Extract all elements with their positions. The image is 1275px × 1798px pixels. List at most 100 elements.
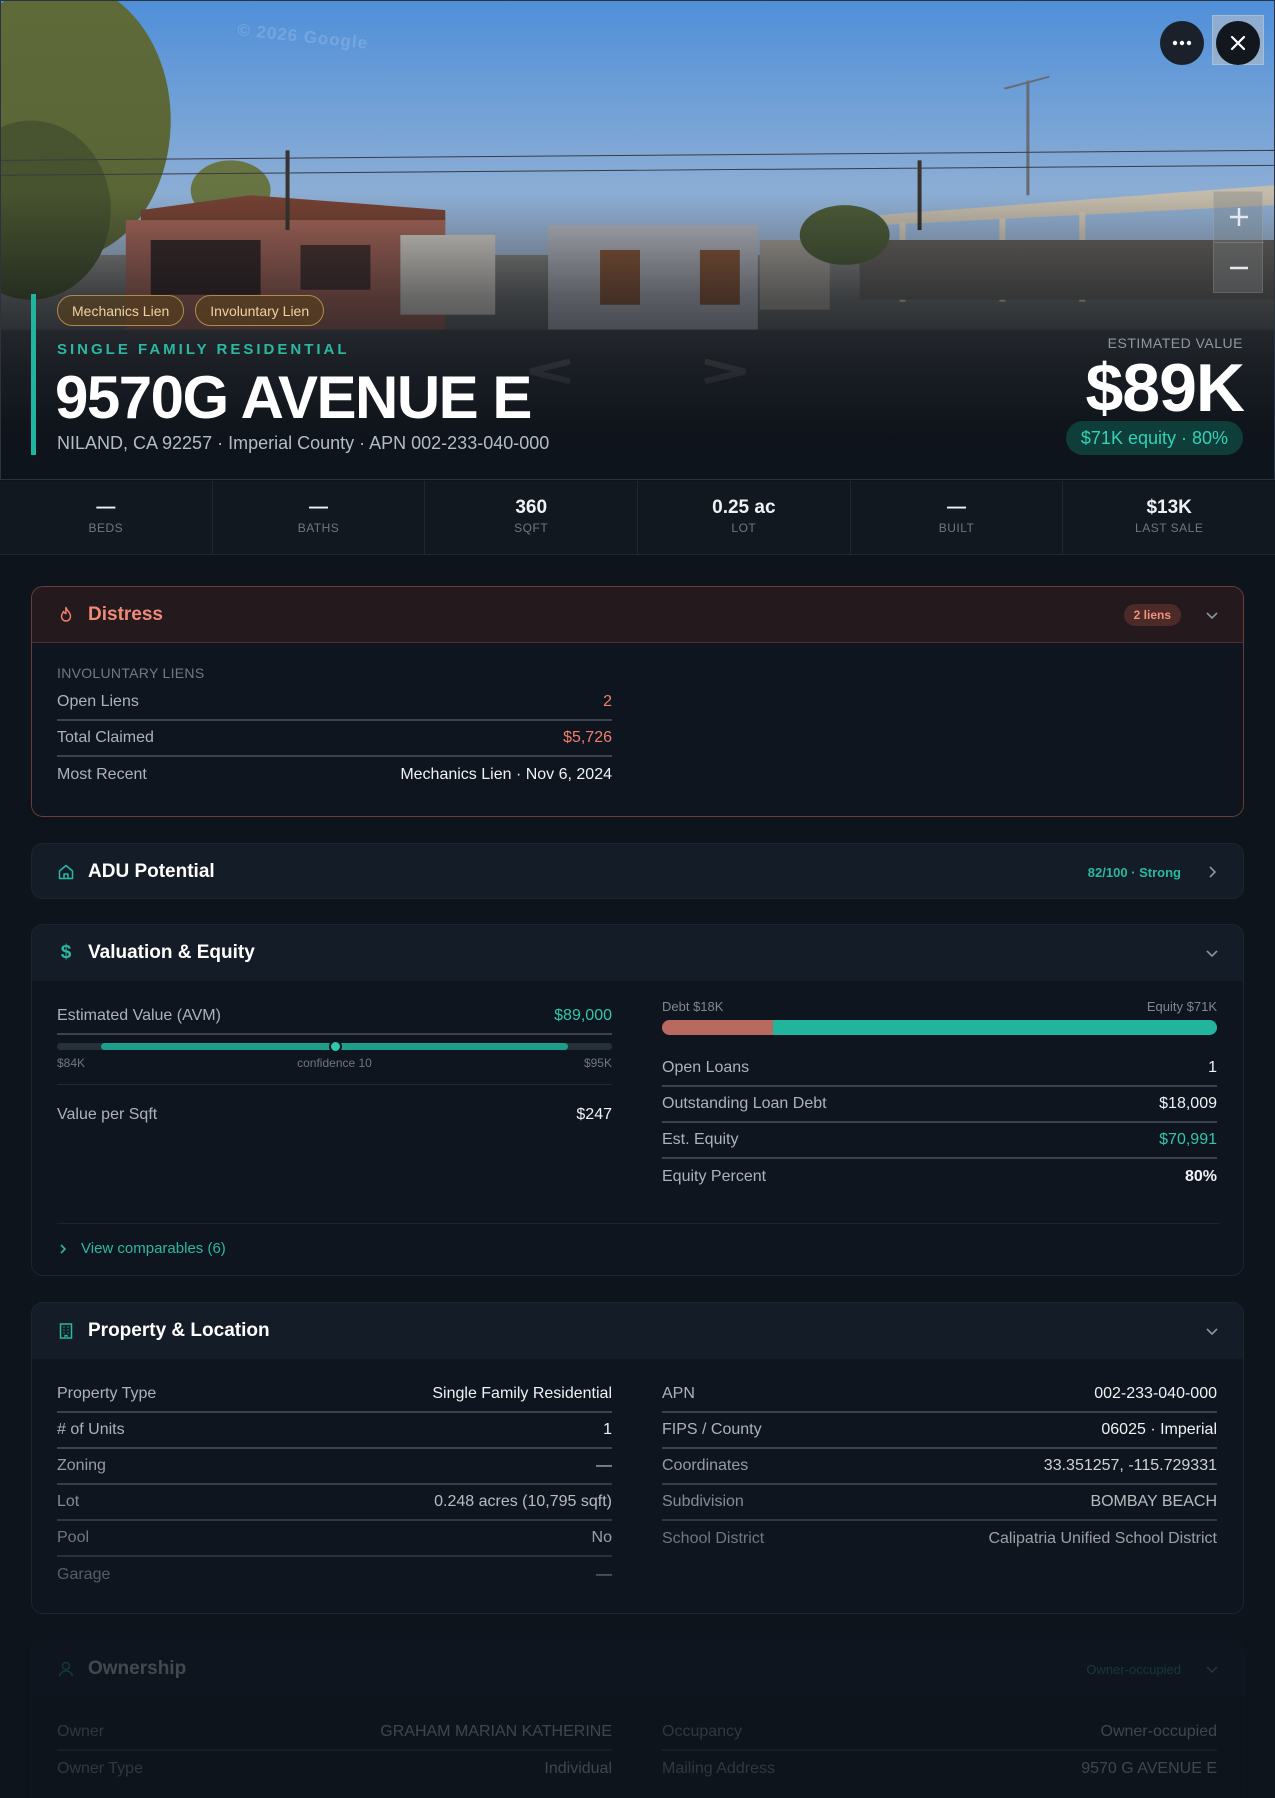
avm-row: Estimated Value (AVM) $89,000 (57, 999, 612, 1035)
close-icon (1230, 35, 1246, 51)
row-label: Occupancy (662, 1723, 743, 1740)
owner-row: Owner GRAHAM MARIAN KATHERINE (57, 1715, 612, 1751)
row-value: BOMBAY BEACH (1090, 1493, 1217, 1510)
ownership-card: Ownership Owner-occupied Owner GRAHAM MAR… (31, 1640, 1244, 1798)
occupancy-row: Occupancy Owner-occupied (662, 1715, 1217, 1751)
row-value: 0.248 acres (10,795 sqft) (434, 1493, 612, 1510)
property-type-label: SINGLE FAMILY RESIDENTIAL (57, 341, 350, 358)
chevron-right-icon[interactable] (1205, 865, 1219, 879)
row-value: $5,726 (563, 729, 612, 746)
row-label: Outstanding Loan Debt (662, 1095, 827, 1112)
row-value: — (596, 1457, 612, 1474)
minus-icon (1230, 266, 1248, 269)
adu-score: 82/100 · Strong (1087, 864, 1181, 880)
range-high: $95K (583, 1056, 612, 1070)
est-equity-row: Est. Equity $70,991 (662, 1123, 1217, 1159)
hero-accent-bar (31, 294, 36, 455)
stat-label: LAST SALE (1135, 521, 1204, 535)
stat-sqft: 360 SQFT (425, 481, 639, 554)
range-confidence: confidence 10 (297, 1056, 372, 1070)
owner-occupied-badge: Owner-occupied (1086, 1661, 1181, 1677)
property-subaddress: NILAND, CA 92257 · Imperial County · APN… (57, 433, 550, 453)
valuation-header[interactable]: $ Valuation & Equity (32, 925, 1243, 981)
total-claimed-row: Total Claimed $5,726 (57, 721, 612, 757)
row-value: 80% (1184, 1168, 1217, 1185)
loan-debt-row: Outstanding Loan Debt $18,009 (662, 1087, 1217, 1123)
stat-value: 360 (515, 497, 548, 518)
row-value: Calipatria Unified School District (988, 1530, 1217, 1547)
view-comparables-label: View comparables (6) (81, 1240, 226, 1257)
owner-type-row: Owner Type Individual (57, 1751, 612, 1787)
equity-percent-row: Equity Percent 80% (662, 1159, 1217, 1195)
liens-count-badge: 2 liens (1123, 604, 1181, 626)
debt-equity-bar (662, 1020, 1217, 1035)
more-options-button[interactable] (1160, 21, 1204, 65)
open-loans-row: Open Loans 1 (662, 1051, 1217, 1087)
row-label: Value per Sqft (57, 1106, 158, 1123)
stat-value: — (309, 497, 328, 518)
chevron-down-icon[interactable] (1205, 608, 1219, 622)
zoom-in-button[interactable] (1214, 192, 1264, 242)
row-label: Open Liens (57, 693, 139, 710)
chevron-down-icon[interactable] (1205, 1324, 1219, 1338)
stat-beds: — BEDS (0, 481, 213, 554)
chevron-down-icon[interactable] (1205, 946, 1219, 960)
stat-value: $13K (1146, 497, 1192, 518)
row-value: 06025 · Imperial (1101, 1421, 1217, 1438)
stat-label: BUILT (938, 521, 975, 535)
property-title: Property & Location (88, 1320, 270, 1341)
chevron-down-icon[interactable] (1205, 1662, 1219, 1676)
row-value: 1 (1208, 1059, 1217, 1076)
value-per-sqft-row: Value per Sqft $247 (57, 1097, 612, 1133)
property-header[interactable]: Property & Location (32, 1303, 1243, 1359)
zoom-out-button[interactable] (1214, 242, 1264, 292)
row-value: $18,009 (1159, 1095, 1217, 1112)
adu-header[interactable]: ADU Potential 82/100 · Strong (32, 844, 1243, 898)
user-icon (56, 1659, 76, 1679)
more-horizontal-icon (1172, 40, 1192, 46)
stat-value: — (947, 497, 967, 518)
view-comparables-link[interactable]: View comparables (6) (57, 1223, 1220, 1257)
most-recent-row: Most Recent Mechanics Lien · Nov 6, 2024 (57, 757, 612, 793)
stat-lot: 0.25 ac LOT (638, 481, 851, 554)
open-liens-row: Open Liens 2 (57, 685, 612, 721)
row-value: 2 (603, 693, 612, 710)
property-location-card: Property & Location Property Type Single … (31, 1302, 1244, 1614)
tag-mechanics-lien[interactable]: Mechanics Lien (57, 295, 185, 326)
property-stats: — BEDS — BATHS 360 SQFT 0.25 ac LOT — BUILT $… (0, 481, 1275, 555)
lien-tags: Mechanics Lien Involuntary Lien (57, 295, 325, 326)
stat-built: — BUILT (851, 481, 1064, 554)
row-label: Pool (57, 1529, 90, 1546)
involuntary-liens-label: INVOLUNTARY LIENS (57, 665, 205, 681)
row-label: # of Units (57, 1421, 125, 1438)
ownership-title: Ownership (88, 1658, 187, 1679)
avm-range-marker[interactable] (328, 1040, 342, 1053)
row-value: Owner-occupied (1100, 1723, 1218, 1740)
row-value: No (591, 1529, 612, 1546)
zoom-control (1213, 191, 1264, 293)
avm-range-labels: $84K confidence 10 $95K (57, 1056, 612, 1070)
adu-potential-card[interactable]: ADU Potential 82/100 · Strong (31, 843, 1244, 899)
avm-label: Estimated Value (AVM) (57, 1007, 221, 1024)
row-value: 1 (603, 1421, 612, 1438)
row-value: $247 (576, 1106, 612, 1123)
stat-last-sale: $13K LAST SALE (1063, 481, 1275, 554)
stat-label: SQFT (514, 521, 549, 535)
plus-icon (1230, 208, 1248, 226)
ownership-header[interactable]: Ownership Owner-occupied (32, 1641, 1243, 1697)
estimated-value: $89K (1085, 350, 1245, 426)
distress-header[interactable]: Distress 2 liens (32, 587, 1243, 643)
row-label: Equity Percent (662, 1168, 767, 1185)
zoning-row: Zoning — (57, 1449, 612, 1485)
row-value: Mechanics Lien · Nov 6, 2024 (400, 766, 612, 783)
lot-row: Lot 0.248 acres (10,795 sqft) (57, 1485, 612, 1521)
close-button[interactable] (1216, 21, 1260, 65)
property-address: 9570G AVENUE E (55, 364, 532, 431)
garage-row: Garage — (57, 1557, 612, 1593)
row-label: Coordinates (662, 1457, 749, 1474)
row-label: Property Type (57, 1385, 157, 1402)
tag-involuntary-lien[interactable]: Involuntary Lien (195, 295, 325, 326)
debt-segment (662, 1020, 773, 1035)
valuation-equity-card: $ Valuation & Equity Estimated Value (AV… (31, 924, 1244, 1276)
row-label: Lot (57, 1493, 80, 1510)
